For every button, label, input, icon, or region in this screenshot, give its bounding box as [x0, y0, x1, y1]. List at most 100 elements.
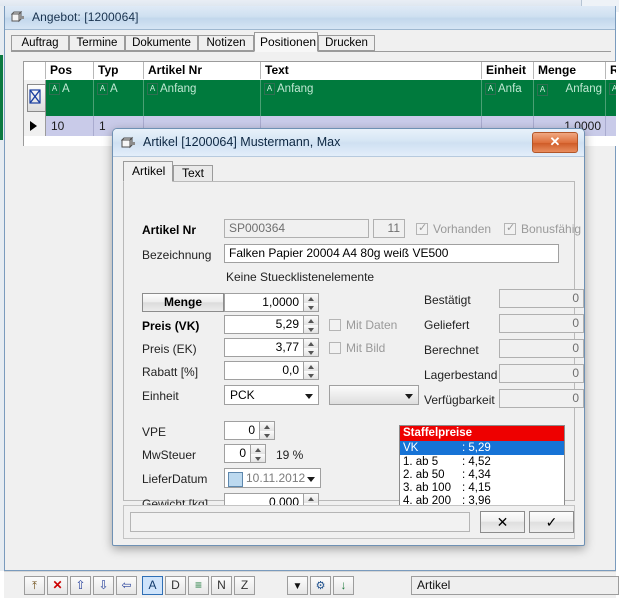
stepper-down-icon[interactable]: [304, 302, 318, 311]
note-button[interactable]: N: [211, 576, 232, 595]
grid-header-rabatt[interactable]: Rab: [606, 62, 616, 79]
tab-positionen[interactable]: Positionen: [254, 32, 318, 52]
stepper-down-icon[interactable]: [304, 370, 318, 379]
bezeichnung-label: Bezeichnung: [142, 248, 212, 262]
main-tabstrip: Auftrag Termine Dokumente Notizen Positi…: [11, 32, 611, 52]
move-up-button[interactable]: ⇧: [70, 576, 91, 595]
dropdown-button[interactable]: ▼: [287, 576, 308, 595]
close-icon[interactable]: ✕: [532, 132, 578, 153]
tab-termine[interactable]: Termine: [69, 35, 125, 51]
vpe-stepper[interactable]: [260, 421, 275, 440]
checkbox-checked-icon: [504, 221, 516, 235]
description-letter-icon: D: [171, 578, 180, 592]
grid-new-row[interactable]: AA AA A Anfang A Anfang A Anfa A Anfang: [24, 80, 616, 116]
mwsteuer-field[interactable]: 0: [224, 444, 251, 463]
back-button[interactable]: ⇦: [116, 576, 137, 595]
a-badge-icon: A: [97, 82, 108, 95]
grid-header-artikel-nr[interactable]: Artikel Nr: [144, 62, 261, 79]
rabatt-stepper[interactable]: [304, 361, 319, 380]
chevron-down-icon[interactable]: [303, 469, 320, 487]
einheit-label: Einheit: [142, 389, 179, 403]
preis-vk-field[interactable]: 5,29: [224, 315, 304, 334]
grid-new-pos-2: [46, 98, 94, 116]
lieferdatum-value: 10.11.2012: [246, 471, 306, 485]
article-button[interactable]: A: [142, 576, 163, 595]
move-down-button[interactable]: ⇩: [93, 576, 114, 595]
grid-left-green-edge: [0, 55, 3, 140]
grid-header-einheit[interactable]: Einheit: [482, 62, 534, 79]
menge-field[interactable]: 1,0000: [224, 293, 304, 312]
preis-ek-label: Preis (EK): [142, 342, 197, 356]
bezeichnung-field[interactable]: Falken Papier 20004 A4 80g weiß VE500: [224, 244, 559, 263]
gear-icon: ⚙: [315, 580, 326, 592]
grid-row-selector-new[interactable]: [24, 80, 46, 116]
settings-button[interactable]: ⚙: [310, 576, 331, 595]
tab-dokumente[interactable]: Dokumente: [125, 35, 198, 51]
lagerbestand-field: 0: [499, 364, 584, 383]
mit-daten-label: Mit Daten: [346, 318, 398, 332]
description-button[interactable]: D: [165, 576, 186, 595]
stepper-down-icon[interactable]: [304, 324, 318, 333]
menge-stepper[interactable]: [304, 293, 319, 312]
tab-drucken[interactable]: Drucken: [318, 35, 375, 51]
stepper-down-icon[interactable]: [260, 430, 274, 439]
chevron-down-icon[interactable]: [301, 386, 318, 404]
pencil-icon: [27, 84, 46, 112]
stepper-down-icon[interactable]: [251, 453, 265, 462]
grid-header-typ[interactable]: Typ: [94, 62, 144, 79]
total-letter-icon: Z: [240, 578, 249, 592]
dialog-body: Artikel Text Artikel Nr SP000364 11 Vorh…: [113, 157, 584, 545]
ok-button[interactable]: ✓: [529, 511, 574, 533]
staffel-key: 1. ab 5: [403, 456, 439, 468]
list-button[interactable]: ≡: [188, 576, 209, 595]
vpe-field[interactable]: 0: [224, 421, 260, 440]
import-button[interactable]: ↓: [333, 576, 354, 595]
tab-artikel[interactable]: Artikel: [123, 161, 173, 182]
preis-ek-field[interactable]: 3,77: [224, 338, 304, 357]
lieferdatum-datepicker[interactable]: 10.11.2012: [224, 468, 321, 488]
rabatt-field[interactable]: 0,0: [224, 361, 304, 380]
dialog-tabstrip: Artikel Text: [123, 161, 575, 182]
grid-row-selector-current[interactable]: [24, 116, 46, 136]
grid-new-menge: A Anfang: [534, 80, 606, 98]
preis-ek-stepper[interactable]: [304, 338, 319, 357]
berechnet-field: 0: [499, 339, 584, 358]
window-document-icon: [120, 136, 137, 150]
menge-button[interactable]: Menge: [142, 293, 224, 312]
staffelpreise-row-2[interactable]: 2. ab 50 : 4,34: [400, 468, 564, 482]
einheit-select[interactable]: PCK: [224, 385, 319, 405]
close-icon: ✕: [52, 578, 63, 592]
grid-new-text-2: [261, 98, 482, 116]
cancel-button[interactable]: ✕: [480, 511, 525, 533]
dialog-footer-input[interactable]: [130, 512, 470, 532]
arrow-up-icon: ⇧: [75, 578, 86, 592]
geliefert-field: 0: [499, 314, 584, 333]
checkbox-unchecked-icon: [329, 319, 341, 331]
staffelpreise-row-1[interactable]: 1. ab 5 : 4,52: [400, 455, 564, 469]
verfuegbarkeit-select[interactable]: [329, 385, 419, 405]
artikel-nr-count-field: 11: [373, 219, 405, 238]
first-record-button[interactable]: ⤒: [24, 576, 45, 595]
einheit-value: PCK: [230, 388, 255, 402]
grid-header-pos[interactable]: Pos: [46, 62, 94, 79]
tab-auftrag[interactable]: Auftrag: [11, 35, 69, 51]
staffel-key: 3. ab 100: [403, 482, 451, 494]
tab-text[interactable]: Text: [173, 165, 213, 182]
window-document-icon: [10, 10, 26, 24]
artikel-nr-field[interactable]: SP000364: [224, 219, 369, 238]
delete-record-button[interactable]: ✕: [47, 576, 68, 595]
staffelpreise-title: Staffelpreise: [400, 426, 564, 441]
tab-notizen[interactable]: Notizen: [198, 35, 254, 51]
staffelpreise-row-3[interactable]: 3. ab 100 : 4,15: [400, 481, 564, 495]
grid-header-menge[interactable]: Menge: [534, 62, 606, 79]
chevron-down-icon[interactable]: [401, 386, 418, 404]
grid-new-artikel-2: [144, 98, 261, 116]
total-button[interactable]: Z: [234, 576, 255, 595]
stepper-down-icon[interactable]: [304, 347, 318, 356]
dialog-titlebar[interactable]: Artikel [1200064] Mustermann, Max ✕: [113, 129, 584, 157]
mwsteuer-stepper[interactable]: [251, 444, 266, 463]
lagerbestand-label: Lagerbestand: [424, 368, 498, 382]
grid-header-text[interactable]: Text: [261, 62, 482, 79]
preis-vk-stepper[interactable]: [304, 315, 319, 334]
staffelpreise-row-vk[interactable]: VK : 5,29: [400, 441, 564, 455]
